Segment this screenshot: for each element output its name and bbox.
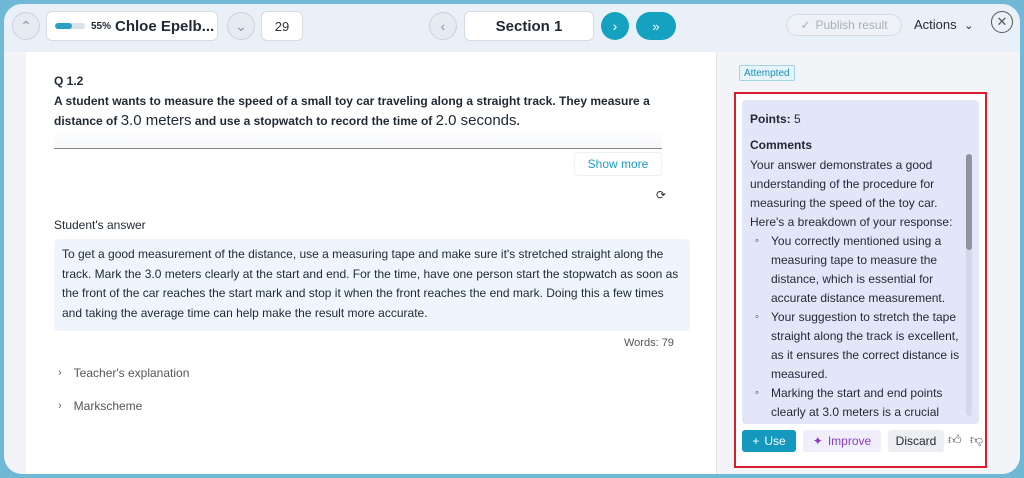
chevron-right-icon: › [58, 367, 62, 379]
show-more-button[interactable]: Show more [574, 152, 662, 176]
double-chevron-right-icon: » [652, 18, 660, 34]
thumbs-down-icon[interactable]: 👎︎ [970, 432, 983, 448]
next-question-button[interactable]: › [601, 12, 629, 40]
ai-feedback-box: Points: 5 Comments Your answer demonstra… [734, 92, 987, 468]
content-fade [54, 130, 662, 148]
answer-label: Student's answer [54, 218, 146, 232]
question-text: A student wants to measure the speed of … [54, 92, 664, 131]
app-window: ⌃ 55% Chloe Epelb... ⌄ 29 ‹ Section 1 › … [4, 4, 1020, 474]
chevron-down-icon: ⌄ [964, 20, 974, 32]
discard-button[interactable]: Discard [888, 430, 944, 452]
chevron-down-icon: ⌄ [235, 17, 247, 34]
question-text-part2: and use a stopwatch to record the time o… [191, 114, 436, 128]
points-value: 5 [794, 112, 801, 126]
comments-body: Your answer demonstrates a good understa… [750, 156, 968, 422]
chevron-left-icon: ‹ [440, 18, 446, 34]
history-icon[interactable]: ⟳ [656, 188, 666, 202]
improve-button[interactable]: ✦ Improve [803, 430, 881, 452]
chevron-up-icon: ⌃ [20, 17, 32, 34]
list-item: You correctly mentioned using a measurin… [750, 232, 968, 308]
actions-label: Actions [914, 17, 957, 32]
comments-list: You correctly mentioned using a measurin… [750, 232, 968, 422]
use-button[interactable]: + Use [742, 430, 796, 452]
time-value: 2.0 seconds [435, 112, 517, 129]
publish-label: Publish result [815, 18, 888, 32]
list-item: Marking the start and end points clearly… [750, 384, 968, 422]
word-count: Words: 79 [624, 337, 674, 349]
plus-icon: + [752, 434, 760, 448]
comments-title: Comments [750, 138, 813, 152]
next-student-button[interactable]: ⌄ [227, 12, 255, 40]
improve-label: Improve [827, 434, 872, 448]
section-title[interactable]: Section 1 [464, 11, 594, 41]
magic-wand-icon: ✦ [812, 434, 823, 448]
publish-result-button[interactable]: ✓ Publish result [786, 14, 902, 36]
chevron-right-icon: › [58, 400, 62, 412]
comment-card: Points: 5 Comments Your answer demonstra… [742, 100, 979, 424]
progress-bar [55, 23, 85, 29]
status-badge: Attempted [739, 65, 795, 81]
top-bar: ⌃ 55% Chloe Epelb... ⌄ 29 ‹ Section 1 › … [4, 4, 1020, 52]
feedback-panel: Attempted Points: 5 Comments Your answer… [716, 52, 1020, 474]
actions-menu[interactable]: Actions ⌄ [914, 17, 973, 32]
student-name: Chloe Epelb... [115, 17, 215, 35]
comments-intro: Your answer demonstrates a good understa… [750, 158, 953, 229]
student-answer-box: To get a good measurement of the distanc… [54, 239, 690, 331]
markscheme-label: Markscheme [73, 399, 143, 413]
thumbs-up-icon[interactable]: 👍︎ [948, 432, 962, 448]
progress-fill [55, 23, 72, 29]
points-label: Points: [750, 112, 791, 126]
teacher-explanation-toggle[interactable]: › Teacher's explanation [58, 366, 189, 380]
use-label: Use [764, 434, 786, 448]
last-question-button[interactable]: » [636, 12, 676, 40]
scrollbar[interactable] [966, 154, 972, 416]
check-icon: ✓ [800, 18, 811, 32]
distance-value: 3.0 meters [120, 112, 192, 129]
question-number-field[interactable]: 29 [261, 11, 303, 41]
question-text-part3: . [516, 114, 520, 128]
question-panel: Q 1.2 A student wants to measure the spe… [26, 52, 716, 474]
previous-student-button[interactable]: ⌃ [12, 12, 40, 40]
question-label: Q 1.2 [54, 74, 84, 88]
teacher-explanation-label: Teacher's explanation [73, 366, 190, 380]
divider [54, 148, 662, 149]
points: Points: 5 [750, 112, 801, 126]
previous-question-button[interactable]: ‹ [429, 12, 457, 40]
list-item: Your suggestion to stretch the tape stra… [750, 308, 968, 384]
progress-percent: 55% [91, 20, 112, 32]
chevron-right-icon: › [612, 18, 618, 34]
student-selector[interactable]: 55% Chloe Epelb... [46, 11, 218, 41]
close-button[interactable]: ✕ [991, 11, 1013, 33]
scrollbar-thumb[interactable] [966, 154, 972, 250]
close-icon: ✕ [996, 14, 1008, 29]
markscheme-toggle[interactable]: › Markscheme [58, 399, 142, 413]
